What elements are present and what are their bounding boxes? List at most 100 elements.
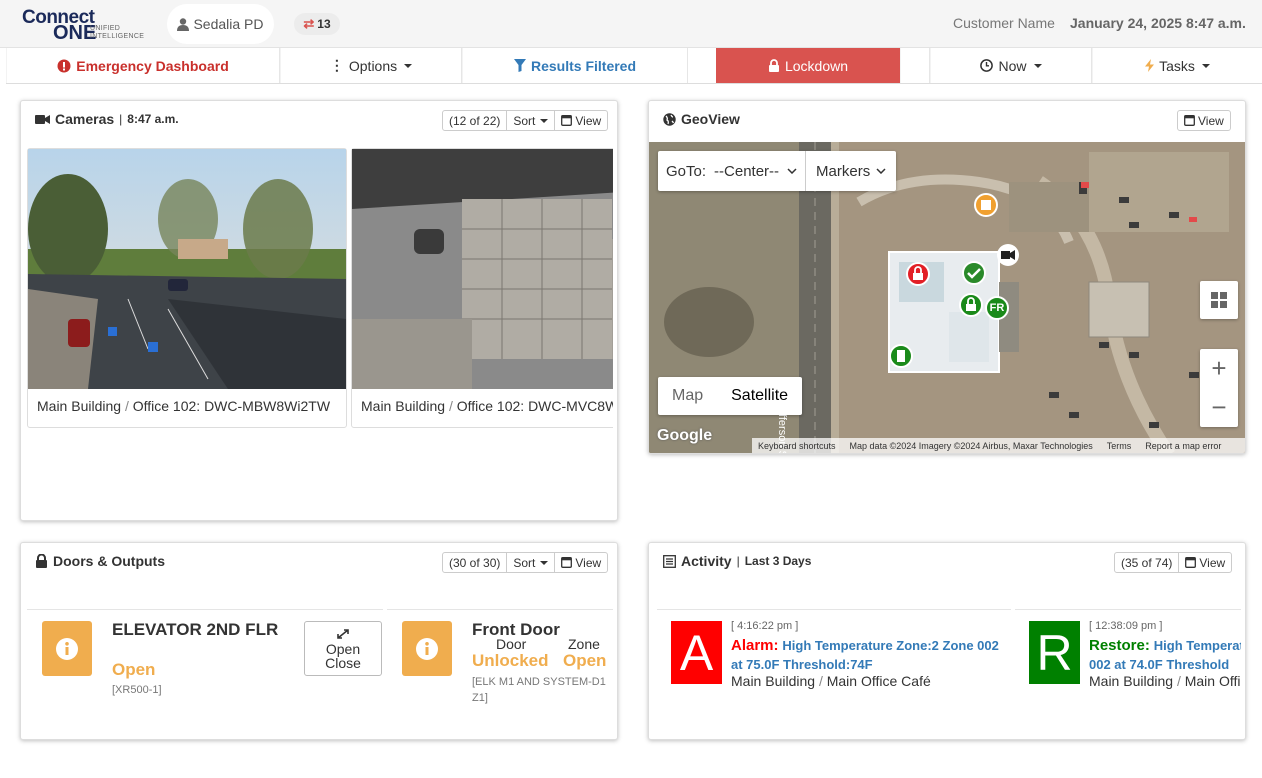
camera-marker-icon[interactable] <box>996 243 1020 267</box>
orange-marker-icon[interactable] <box>974 193 998 217</box>
activity-time: [ 12:38:09 pm ] <box>1089 620 1163 632</box>
activity-title: Activity <box>681 553 732 569</box>
view-label: View <box>1198 113 1224 128</box>
goto-label: GoTo: <box>666 162 707 180</box>
camera-building: Main Building <box>37 398 122 414</box>
map-type-satellite-button[interactable]: Satellite <box>717 377 802 415</box>
activity-room: Main Office Café <box>826 673 931 689</box>
camera-feed-image[interactable] <box>28 149 346 389</box>
sort-label: Sort <box>513 113 536 128</box>
zoom-out-button[interactable]: − <box>1200 388 1238 427</box>
goto-select[interactable]: GoTo: --Center-- <box>658 151 807 191</box>
nav-now[interactable]: Now <box>930 48 1092 83</box>
camera-label: Main Building / Office 102: DWC-MBW8Wi2T… <box>37 398 331 414</box>
geoview-view-button[interactable]: View <box>1178 111 1230 130</box>
cameras-sort-button[interactable]: Sort <box>507 111 556 130</box>
activity-view-button[interactable]: View <box>1179 553 1231 572</box>
satellite-map[interactable]: S Jefferson St FR GoTo: --Center-- Marke… <box>649 142 1245 453</box>
cameras-header: Cameras | 8:47 a.m. <box>35 111 179 127</box>
info-circle-icon <box>56 637 78 660</box>
geoview-title: GeoView <box>681 111 740 127</box>
cameras-count: (12 of 22) <box>443 111 508 130</box>
nav-results-filtered[interactable]: Results Filtered <box>462 48 688 83</box>
info-circle-icon <box>416 637 438 660</box>
camera-tile[interactable]: Main Building / Office 102: DWC-MVC8W <box>351 148 613 428</box>
caret-down-icon <box>1201 63 1210 68</box>
activity-message[interactable]: Alarm: High Temperature Zone:2 Zone 002 … <box>731 636 1001 674</box>
video-camera-icon <box>35 114 50 124</box>
first-responder-marker[interactable]: FR <box>985 296 1009 320</box>
door-marker-icon[interactable] <box>889 344 913 368</box>
cameras-view-button[interactable]: View <box>555 111 607 130</box>
window-icon <box>561 557 573 568</box>
activity-card[interactable]: R [ 12:38:09 pm ] Restore: High Temperat… <box>1015 609 1241 737</box>
check-marker-icon[interactable] <box>962 261 986 285</box>
doors-title: Doors & Outputs <box>53 553 165 569</box>
activity-carousel[interactable]: A [ 4:16:22 pm ] Alarm: High Temperature… <box>657 609 1241 737</box>
org-selector[interactable]: Sedalia PD <box>167 4 274 44</box>
camera-label: Main Building / Office 102: DWC-MVC8W <box>361 398 613 414</box>
alert-count: 13 <box>317 17 331 31</box>
camera-location: Office 102: DWC-MVC8W <box>456 398 613 414</box>
activity-message[interactable]: Restore: High Temperature Zone:2 Zone 00… <box>1089 636 1241 674</box>
nav-now-label: Now <box>998 57 1027 74</box>
report-error-link[interactable]: Report a map error <box>1145 441 1221 451</box>
open-close-button[interactable]: Open Close <box>304 621 382 676</box>
doors-sort-button[interactable]: Sort <box>507 553 556 572</box>
user-icon <box>177 17 190 31</box>
door-card[interactable]: ELEVATOR 2ND FLR Open [XR500-1] Open Clo… <box>27 609 383 737</box>
top-header: Connect ONE UNIFIED INTELLIGENCE Sedalia … <box>0 0 1262 48</box>
terms-link[interactable]: Terms <box>1107 441 1132 451</box>
camera-location: Office 102: DWC-MBW8Wi2TW <box>132 398 331 414</box>
door-col-label: Door <box>496 636 527 652</box>
caret-down-icon <box>540 118 549 123</box>
nav-lockdown-button[interactable]: Lockdown <box>716 48 900 83</box>
lock-icon <box>36 554 47 568</box>
google-logo: Google <box>657 427 713 444</box>
cameras-panel: Cameras | 8:47 a.m. (12 of 22) Sort View <box>20 100 618 521</box>
nav-emergency-dashboard[interactable]: Emergency Dashboard <box>6 48 280 83</box>
door-card[interactable]: Front Door Door Zone Unlocked Open [ELK … <box>387 609 613 737</box>
doors-carousel[interactable]: ELEVATOR 2ND FLR Open [XR500-1] Open Clo… <box>27 609 613 737</box>
list-icon <box>663 554 676 568</box>
connectone-logo[interactable]: Connect ONE UNIFIED INTELLIGENCE <box>22 7 148 44</box>
activity-type: Alarm: <box>731 637 779 654</box>
door-info-badge[interactable] <box>42 621 92 676</box>
caret-down-icon <box>404 63 413 68</box>
activity-building: Main Building <box>731 673 816 689</box>
goto-value: --Center-- <box>714 162 780 180</box>
activity-count: (35 of 74) <box>1115 553 1180 572</box>
map-layers-button[interactable] <box>1200 281 1238 319</box>
expand-icon <box>337 629 349 639</box>
nav-emergency-label: Emergency Dashboard <box>76 57 229 74</box>
door-source: [ELK M1 AND SYSTEM-D1 Z1] <box>472 676 606 704</box>
activity-room: Main Offi <box>1184 673 1241 689</box>
alert-count-badge[interactable]: ⇄ 13 <box>294 13 340 35</box>
activity-card[interactable]: A [ 4:16:22 pm ] Alarm: High Temperature… <box>657 609 1011 737</box>
activity-range: Last 3 Days <box>744 554 812 568</box>
activity-type: Restore: <box>1089 637 1150 654</box>
window-icon <box>561 115 573 126</box>
customer-name[interactable]: Customer Name <box>953 15 1055 31</box>
camera-feed-image[interactable] <box>352 149 613 389</box>
door-info-badge[interactable] <box>402 621 452 676</box>
clock-icon <box>980 59 994 72</box>
nav-tasks[interactable]: Tasks <box>1092 48 1262 83</box>
keyboard-shortcuts-link[interactable]: Keyboard shortcuts <box>758 441 836 451</box>
header-separator: | <box>736 554 740 568</box>
view-label: View <box>575 113 602 128</box>
nav-options[interactable]: ⋮ Options <box>280 48 462 83</box>
map-type-map-button[interactable]: Map <box>658 377 717 415</box>
markers-select[interactable]: Markers <box>806 151 896 191</box>
activity-location: Main Building / Main Office Café <box>731 673 931 689</box>
camera-tile[interactable]: Main Building / Office 102: DWC-MBW8Wi2T… <box>27 148 347 428</box>
logo-tagline-2: INTELLIGENCE <box>90 33 145 40</box>
zone-state: Open <box>563 651 607 670</box>
zoom-in-button[interactable]: + <box>1200 349 1238 388</box>
doors-header: Doors & Outputs <box>35 553 165 569</box>
lock-marker-green-icon[interactable] <box>959 293 983 317</box>
doors-view-button[interactable]: View <box>555 553 607 572</box>
lock-marker-red-icon[interactable] <box>906 262 930 286</box>
camera-carousel[interactable]: Main Building / Office 102: DWC-MBW8Wi2T… <box>27 148 613 428</box>
caret-down-icon <box>540 560 549 565</box>
